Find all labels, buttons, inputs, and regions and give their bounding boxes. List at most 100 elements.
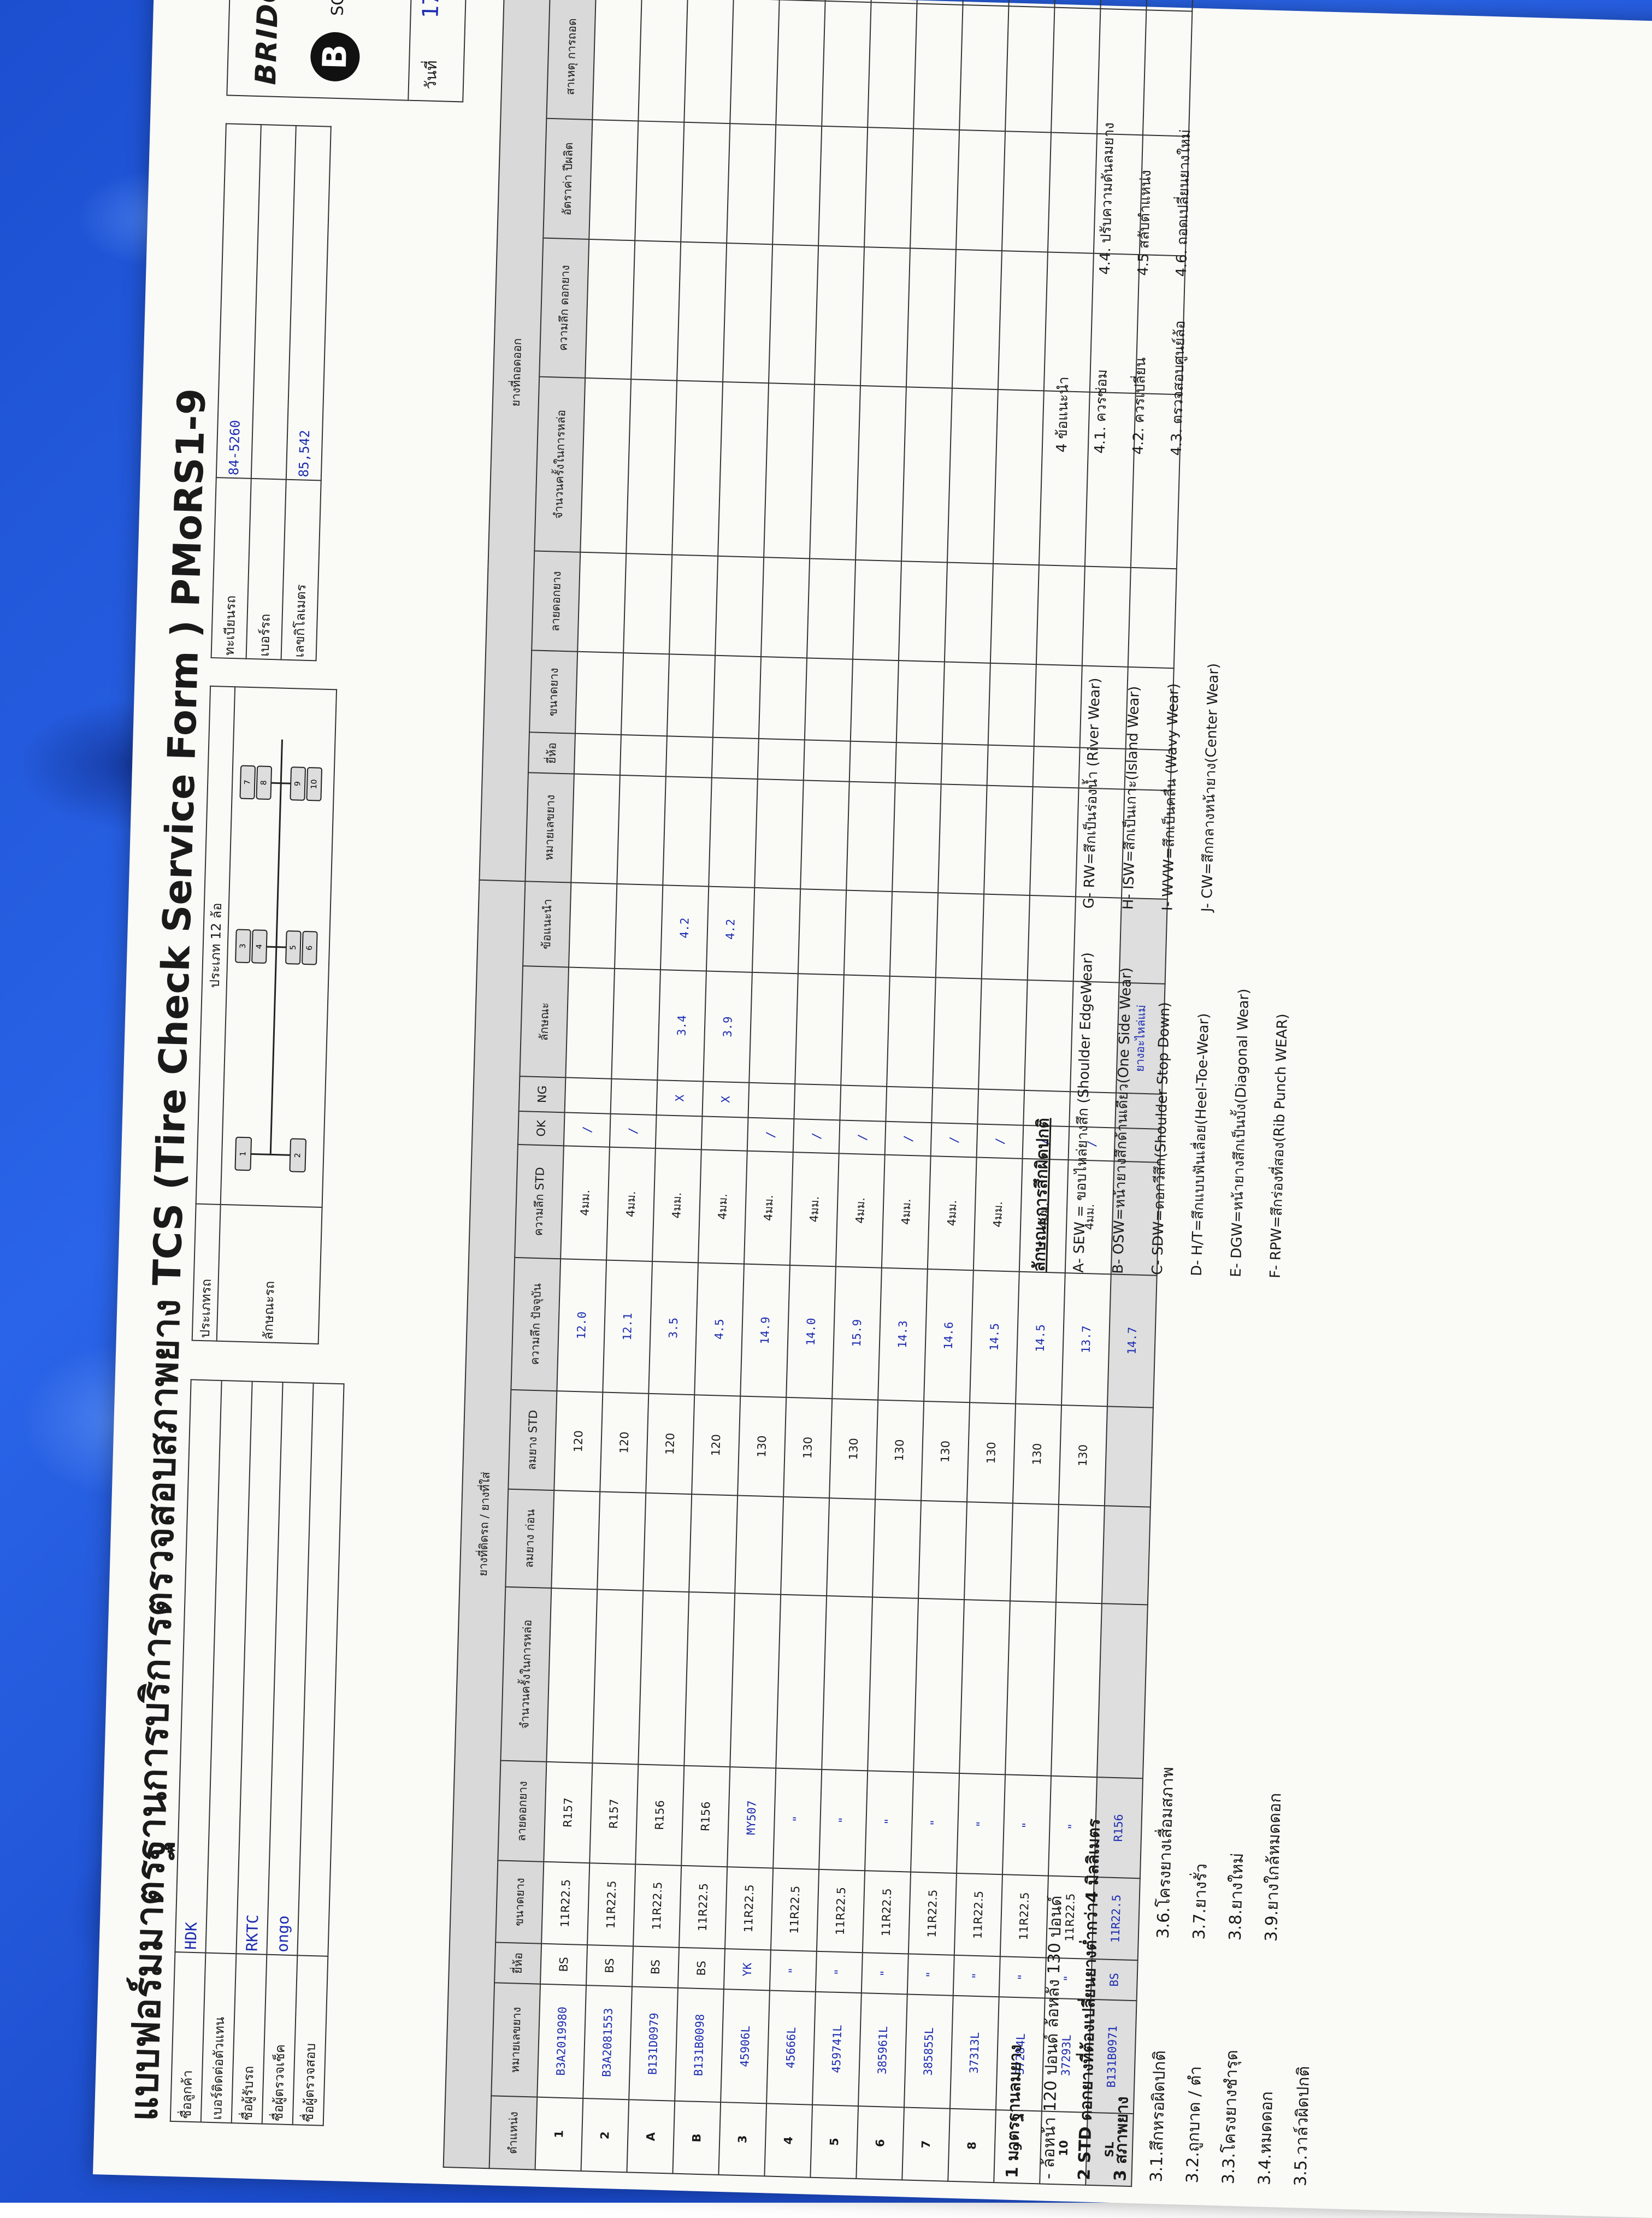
- cell-pattern: R157: [544, 1762, 593, 1863]
- advice-list-left: 4.1. ควรซ่อม 4.2. ควรเปลี่ยน 4.3. ตรวจสอบศ…: [1081, 318, 1200, 456]
- advice-item: 4.6. ถอดเปลี่ยนยางใหม่: [1173, 129, 1194, 278]
- wear-pattern-item: G- RW=สึกเป็นร่องน้ำ (River Wear): [1081, 677, 1104, 909]
- cell-d-std: 4มม.: [881, 1154, 931, 1269]
- brand-box: BRIDGESTONE B SOLUTION วันที่ 17/9/67: [226, 0, 470, 103]
- cell-wear: [795, 974, 844, 1086]
- removed-column-header: อัตราค่า ปีผลิต: [543, 119, 593, 240]
- removed-column-header: สาเหตุ การถอด: [546, 0, 596, 120]
- cell-brand: ": [953, 1955, 1000, 1997]
- cell-size: 11R22.5: [862, 1871, 911, 1954]
- removed-column-header: ขนาดยาง: [529, 650, 578, 734]
- cell-serial: 45666L: [766, 1990, 816, 2105]
- removed-cell: [761, 557, 810, 658]
- cell-brand: ": [769, 1950, 817, 1992]
- cell-d-std: 4มม.: [927, 1155, 977, 1270]
- cell-retread: [913, 1598, 965, 1774]
- cell-depth: 12.1: [603, 1260, 653, 1394]
- cell-serial: 45906L: [721, 1989, 770, 2104]
- advice-section: 4 ข้อแนะนำ 4.1. ควรซ่อม 4.2. ควรเปลี่ยน 4.…: [1043, 15, 1208, 457]
- cell-pos: 1: [535, 2097, 583, 2171]
- removed-cell: [852, 559, 902, 661]
- condition-list-left: 3.1.สึกหรอผิดปกติ 3.2.ถูกบาด / ตำ 3.3.โครง…: [1138, 2047, 1323, 2187]
- column-header: ข้อแนะนำ: [523, 881, 571, 968]
- cell-retread: [638, 1590, 689, 1766]
- cell-p-std: 120: [554, 1390, 603, 1492]
- cell-pos: B: [672, 2101, 721, 2175]
- removed-cell: [959, 5, 1009, 132]
- cell-size: 11R22.5: [541, 1861, 590, 1945]
- cell-ok: /: [747, 1117, 794, 1152]
- cell-retread: [684, 1591, 735, 1767]
- cell-wear: [887, 976, 936, 1088]
- info-label: เบอร์ติดต่อตัวแทน: [200, 1952, 237, 2123]
- cell-pattern: ": [819, 1769, 868, 1871]
- removed-cell: [684, 0, 734, 124]
- removed-column-header: ความลึก ดอกยาง: [539, 238, 589, 378]
- column-header: ขนาดยาง: [495, 1860, 544, 1944]
- removed-cell: [666, 654, 716, 738]
- removed-cell: [709, 777, 758, 888]
- condition-item: 3.1.สึกหรอผิดปกติ: [1147, 2050, 1170, 2182]
- cell-d-std: 4มม.: [835, 1153, 885, 1268]
- cell-size: 11R22.5: [816, 1869, 865, 1953]
- cell-serial: B131B0098: [675, 1987, 724, 2103]
- cell-ok: [655, 1114, 703, 1150]
- removed-cell: [910, 128, 960, 250]
- wear-list-right: G- RW=สึกเป็นร่องน้ำ (River Wear) H- ISW=…: [1069, 659, 1312, 915]
- cell-depth: 14.9: [740, 1264, 790, 1397]
- removed-cell: [895, 742, 942, 784]
- cell-size: 11R22.5: [724, 1867, 774, 1950]
- removed-cell: [635, 121, 685, 242]
- cell-p-std: 130: [921, 1401, 970, 1502]
- removed-cell: [804, 658, 853, 741]
- column-header: ลายดอกยาง: [498, 1760, 547, 1862]
- tire-position-label: 2: [293, 1153, 302, 1158]
- cell-advice: [752, 887, 801, 974]
- cell-ng: [840, 1085, 887, 1122]
- info-label: ชื่อผู้รับรถ: [231, 1954, 267, 2124]
- removed-cell: [1008, 0, 1057, 8]
- cell-p-before: [597, 1491, 646, 1591]
- cell-pattern: ": [956, 1773, 1006, 1875]
- cell-size: 11R22.5: [587, 1863, 636, 1946]
- removed-cell: [803, 740, 851, 782]
- cell-size: 11R22.5: [679, 1866, 728, 1949]
- removed-cell: [754, 779, 804, 889]
- cell-ok: [701, 1116, 748, 1151]
- tire-position-label: 10: [310, 779, 318, 789]
- cell-advice: [889, 891, 939, 978]
- cell-p-before: [918, 1500, 967, 1600]
- cell-brand: BS: [632, 1946, 680, 1988]
- cell-serial: 385961L: [858, 1993, 907, 2108]
- cell-depth: 14.3: [878, 1267, 928, 1401]
- removed-column-header: จำนวนครั้งในการหล่อ: [534, 376, 586, 552]
- date-value: 17/9/67: [418, 0, 446, 19]
- condition-list-right: 3.6.โครงยางเสื่อมสภาพ 3.7.ยางรั่ว 3.8.ยางใ…: [1146, 1766, 1331, 1943]
- info-label: ชื่อลูกค้า: [170, 1952, 206, 2122]
- cell-depth: 3.5: [648, 1261, 699, 1395]
- cell-pos: 5: [810, 2104, 859, 2179]
- axle-diagram: 1 2 3 4 5 6 7 8 9 10: [220, 687, 337, 1208]
- cell-ng: [977, 1089, 1025, 1125]
- cell-pos: 4: [764, 2103, 813, 2178]
- cell-ng: X: [656, 1079, 704, 1117]
- cell-pattern: MY507: [727, 1767, 776, 1868]
- bridgestone-logo: BRIDGESTONE: [250, 0, 289, 85]
- cell-ng: [610, 1078, 658, 1115]
- removed-cell: [901, 387, 952, 563]
- removed-cell: [856, 385, 906, 561]
- info-label: ชื่อผู้ตรวจสอบ: [292, 1955, 328, 2126]
- cell-advice: [798, 888, 847, 975]
- wear-pattern-item: I- WVW=สึกเป็นคลื่น (Wavy Wear): [1159, 683, 1182, 911]
- removed-cell: [757, 739, 805, 781]
- tire-position-label: 3: [239, 943, 247, 948]
- cell-d-std: 4มม.: [744, 1151, 793, 1265]
- cell-advice: [843, 890, 893, 976]
- cell-wear: [978, 978, 1028, 1090]
- removed-cell: [864, 127, 914, 249]
- vehicle-label: เบอร์รถ: [246, 478, 286, 660]
- solution-text: SOLUTION: [328, 0, 350, 16]
- cell-retread: [868, 1596, 919, 1773]
- removed-cell: [1100, 0, 1148, 10]
- removed-cell: [626, 379, 677, 555]
